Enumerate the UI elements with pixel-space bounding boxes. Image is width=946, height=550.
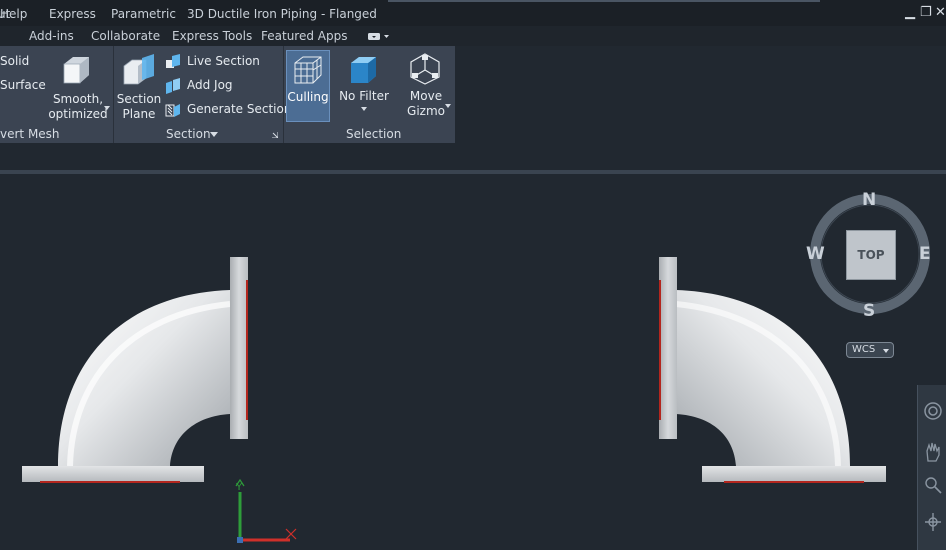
viewcube-top-face[interactable]: TOP xyxy=(846,230,896,280)
section-plane-label-1: Section xyxy=(116,92,162,106)
document-title: 3D Ductile Iron Piping - Flanged xyxy=(187,7,377,21)
culling-label: Culling xyxy=(287,90,329,104)
selection-panel-title[interactable]: Selection xyxy=(346,127,401,141)
culling-icon xyxy=(294,56,322,84)
culling-button[interactable]: Culling xyxy=(286,50,330,122)
move-gizmo-label-1: Move xyxy=(409,89,443,103)
viewcube-face-label: TOP xyxy=(857,248,885,262)
panel-launcher-icon[interactable] xyxy=(272,132,278,138)
live-section-icon xyxy=(166,54,180,68)
chevron-down-icon xyxy=(445,104,451,108)
tab-collaborate[interactable]: Collaborate xyxy=(91,29,160,43)
compass-north[interactable]: N xyxy=(862,190,876,210)
ribbon-tab-bar: Add-ins Collaborate Express Tools Featur… xyxy=(0,26,946,46)
move-gizmo-icon xyxy=(410,53,440,85)
steering-wheel-icon[interactable] xyxy=(923,401,943,421)
live-section-label: Live Section xyxy=(187,54,260,68)
convert-solid-button[interactable]: Solid xyxy=(0,54,29,68)
panel-separator xyxy=(113,46,114,143)
orbit-icon[interactable] xyxy=(923,511,943,533)
compass-west[interactable]: W xyxy=(806,244,825,264)
compass-east[interactable]: E xyxy=(919,244,931,264)
menu-item-express[interactable]: Express xyxy=(49,7,96,21)
smooth-label-line-1: Smooth, xyxy=(52,92,104,106)
panel-separator xyxy=(283,46,284,143)
section-plane-icon xyxy=(123,54,154,85)
move-gizmo-button[interactable]: Move Gizmo xyxy=(398,50,454,122)
generate-section-icon xyxy=(165,104,180,117)
tab-featured-apps[interactable]: Featured Apps xyxy=(261,29,347,43)
viewcube[interactable]: TOP N S W E xyxy=(806,188,938,321)
chevron-down-icon xyxy=(883,349,889,353)
section-plane-label-2: Plane xyxy=(122,107,156,121)
add-jog-icon xyxy=(166,78,180,94)
tab-express-tools[interactable]: Express Tools xyxy=(172,29,252,43)
ribbon-display-toggle-icon[interactable] xyxy=(366,31,390,42)
chevron-down-icon xyxy=(104,106,110,110)
no-filter-button[interactable]: No Filter xyxy=(338,50,390,122)
add-jog-label: Add Jog xyxy=(187,78,233,92)
no-filter-label: No Filter xyxy=(339,89,389,103)
close-icon[interactable]: ✕ xyxy=(935,5,946,20)
menu-item-help[interactable]: Help xyxy=(0,7,27,21)
no-filter-icon xyxy=(351,57,376,83)
navigation-bar xyxy=(917,385,946,550)
left-pipe-elbow xyxy=(22,257,248,483)
title-accent xyxy=(388,0,820,2)
model-canvas: Y xyxy=(22,257,886,543)
compass-south[interactable]: S xyxy=(863,301,875,321)
convert-surface-button[interactable]: Surface xyxy=(0,78,46,92)
ucs-icon: Y xyxy=(235,478,297,543)
smooth-optimized-button[interactable]: Smooth, optimized xyxy=(48,50,110,121)
wcs-menu[interactable]: WCS xyxy=(846,342,894,358)
pan-hand-icon[interactable] xyxy=(923,441,943,463)
chevron-down-icon[interactable] xyxy=(210,132,218,137)
drawing-viewport[interactable]: Y xyxy=(0,174,946,550)
minimize-icon[interactable]: ▁ xyxy=(905,5,915,20)
section-panel-title[interactable]: Section xyxy=(166,127,211,141)
menu-item-parametric[interactable]: Parametric xyxy=(111,7,176,21)
svg-text:Y: Y xyxy=(235,482,243,493)
tab-add-ins[interactable]: Add-ins xyxy=(29,29,74,43)
smooth-mesh-icon xyxy=(63,57,89,84)
smooth-label-line-2: optimized xyxy=(48,107,108,121)
section-plane-button[interactable]: Section Plane xyxy=(116,50,162,121)
chevron-down-icon xyxy=(361,107,367,111)
zoom-extents-icon[interactable] xyxy=(923,475,943,495)
convert-mesh-panel-title[interactable]: vert Mesh xyxy=(0,127,60,141)
restore-icon[interactable]: ❐ xyxy=(920,5,932,20)
wcs-label: WCS xyxy=(852,344,876,355)
menu-bar: ut Help Express Parametric 3D Ductile Ir… xyxy=(0,0,946,26)
generate-section-label: Generate Section xyxy=(187,102,292,116)
